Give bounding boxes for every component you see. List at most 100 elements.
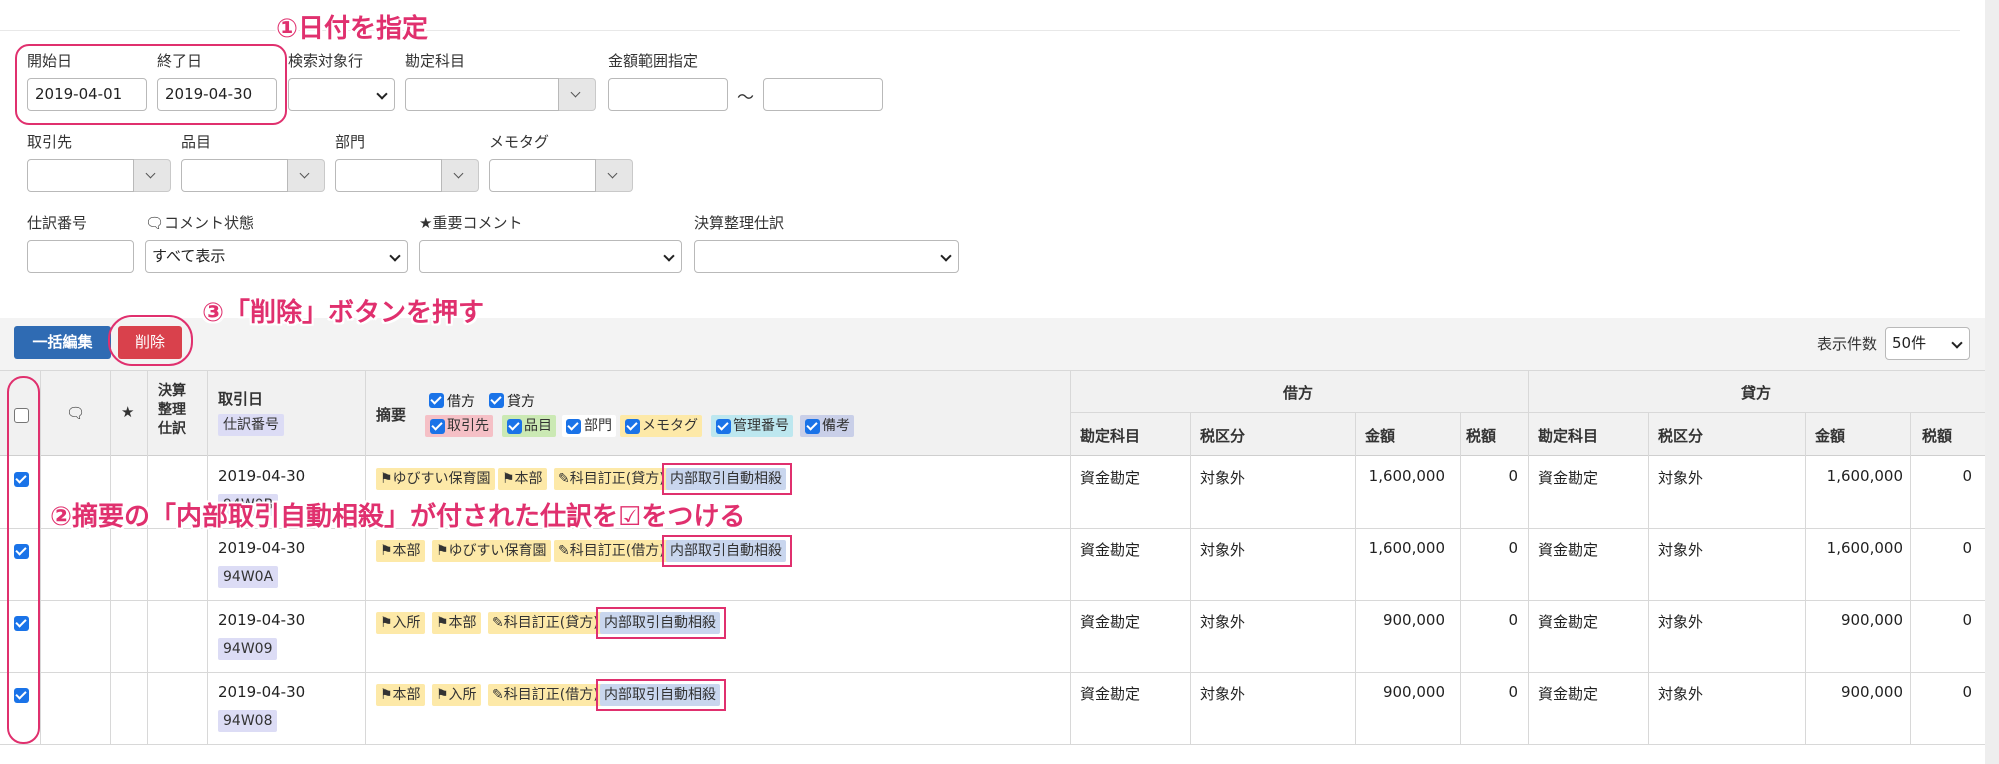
row-divider — [0, 672, 1985, 673]
comment-icon: 🗨 — [145, 214, 165, 232]
comment-state-label: 🗨コメント状態 — [145, 214, 255, 232]
partner-dropdown-button[interactable] — [134, 159, 171, 192]
note-filter-checkbox[interactable] — [805, 419, 820, 434]
memo-tag-filter-checkbox[interactable] — [625, 419, 640, 434]
important-comment-label: ★重要コメント — [419, 214, 523, 232]
row-credit-tax-class: 対象外 — [1658, 613, 1704, 631]
col-divider — [40, 370, 41, 744]
col-divider — [147, 370, 148, 744]
star-icon: ★ — [419, 214, 433, 232]
auto-offset-highlight — [596, 679, 726, 711]
row-date: 2019-04-30 — [218, 683, 306, 701]
important-comment-select[interactable] — [419, 240, 682, 273]
row-credit-amount: 900,000 — [1840, 611, 1903, 629]
col-divider — [1355, 412, 1356, 744]
memo-tag-input[interactable] — [489, 159, 596, 192]
row-debit-tax-class: 対象外 — [1200, 685, 1246, 703]
department-filter-checkbox[interactable] — [566, 419, 581, 434]
row-credit-amount: 1,600,000 — [1826, 467, 1903, 485]
auto-offset-highlight — [662, 535, 792, 567]
chevron-down-icon — [453, 168, 464, 179]
col-divider — [1528, 370, 1529, 744]
memo-tag-combobox[interactable] — [489, 159, 633, 192]
department-combobox[interactable] — [335, 159, 479, 192]
item-label: 品目 — [181, 133, 212, 151]
row-credit-tax-class: 対象外 — [1658, 469, 1704, 487]
date-header: 取引日 — [218, 390, 264, 408]
partner-filter-checkbox[interactable] — [430, 419, 445, 434]
slip-no-input[interactable] — [27, 240, 134, 273]
bulk-edit-button[interactable]: 一括編集 — [14, 326, 111, 359]
row-debit-amount: 900,000 — [1382, 683, 1445, 701]
closing-entry-header: 決算 整理 仕訳 — [158, 383, 186, 437]
item-filter-checkbox[interactable] — [507, 419, 522, 434]
memo-tag-dropdown-button[interactable] — [596, 159, 633, 192]
step3-annotation: ③「削除」ボタンを押す — [202, 298, 485, 328]
col-divider — [1648, 412, 1649, 744]
row-credit-tax-amount: 0 — [1962, 611, 1972, 629]
chevron-down-icon — [663, 250, 675, 262]
row-debit-tax-class: 対象外 — [1200, 541, 1246, 559]
auto-offset-highlight — [662, 463, 792, 495]
chevron-down-icon — [1951, 337, 1963, 349]
date-annotation-box — [15, 44, 287, 125]
item-combobox[interactable] — [181, 159, 325, 192]
closing-entry-select[interactable] — [694, 240, 959, 273]
step1-annotation: ①日付を指定 — [276, 14, 429, 44]
search-row-select[interactable] — [288, 78, 395, 111]
debit-filter-checkbox[interactable] — [429, 393, 444, 408]
partner-input[interactable] — [27, 159, 134, 192]
row-date: 2019-04-30 — [218, 611, 306, 629]
row-summary-tag: ⚑入所 — [376, 612, 425, 634]
chevron-down-icon — [607, 168, 618, 179]
slip-no-header-chip: 仕訳番号 — [218, 414, 284, 436]
row-summary-tag: ⚑本部 — [376, 540, 425, 562]
row-debit-amount: 1,600,000 — [1368, 467, 1445, 485]
row-debit-tax-amount: 0 — [1508, 539, 1518, 557]
row-credit-account: 資金勘定 — [1538, 685, 1599, 703]
amount-range-separator: 〜 — [737, 88, 754, 108]
col-divider — [1460, 412, 1461, 744]
chevron-down-icon — [145, 168, 156, 179]
credit-tax-class-header: 税区分 — [1658, 427, 1704, 445]
col-divider — [1070, 370, 1071, 744]
scrollbar-track[interactable] — [1985, 0, 1999, 764]
department-dropdown-button[interactable] — [442, 159, 479, 192]
chevron-down-icon — [389, 250, 401, 262]
item-dropdown-button[interactable] — [288, 159, 325, 192]
credit-account-header: 勘定科目 — [1538, 427, 1599, 445]
search-row-label: 検索対象行 — [288, 52, 364, 70]
row-summary-tag: ✎科目訂正(貸方) — [554, 468, 669, 490]
row-debit-tax-class: 対象外 — [1200, 469, 1246, 487]
row-summary-tag: ✎科目訂正(貸方) — [488, 612, 603, 634]
row-debit-tax-class: 対象外 — [1200, 613, 1246, 631]
row-summary-tag: ⚑本部 — [376, 684, 425, 706]
control-no-filter-checkbox[interactable] — [716, 419, 731, 434]
comment-state-select[interactable]: すべて表示 — [145, 240, 408, 273]
debit-tax-class-header: 税区分 — [1200, 427, 1246, 445]
per-page-label: 表示件数 — [1817, 335, 1878, 353]
step2-annotation: ②摘要の「内部取引自動相殺」が付された仕訳を☑をつける — [50, 502, 746, 532]
item-input[interactable] — [181, 159, 288, 192]
row-date: 2019-04-30 — [218, 467, 306, 485]
chevron-down-icon — [570, 87, 581, 98]
chevron-down-icon — [299, 168, 310, 179]
row-slip-no[interactable]: 94W08 — [218, 710, 278, 732]
credit-filter-checkbox[interactable] — [489, 393, 504, 408]
per-page-select[interactable]: 50件 — [1885, 327, 1970, 360]
row-slip-no[interactable]: 94W0A — [218, 566, 279, 588]
account-combobox[interactable] — [405, 78, 596, 111]
partner-combobox[interactable] — [27, 159, 171, 192]
row-slip-no[interactable]: 94W09 — [218, 638, 278, 660]
row-credit-tax-amount: 0 — [1962, 467, 1972, 485]
row-summary-tag: ⚑ゆびすい保育園 — [376, 468, 495, 490]
amount-min-input[interactable] — [608, 78, 728, 111]
row-credit-tax-class: 対象外 — [1658, 541, 1704, 559]
account-label: 勘定科目 — [405, 52, 466, 70]
amount-max-input[interactable] — [763, 78, 883, 111]
account-input[interactable] — [405, 78, 559, 111]
account-dropdown-button[interactable] — [559, 78, 596, 111]
row-credit-amount: 1,600,000 — [1826, 539, 1903, 557]
row-credit-account: 資金勘定 — [1538, 469, 1599, 487]
department-input[interactable] — [335, 159, 442, 192]
